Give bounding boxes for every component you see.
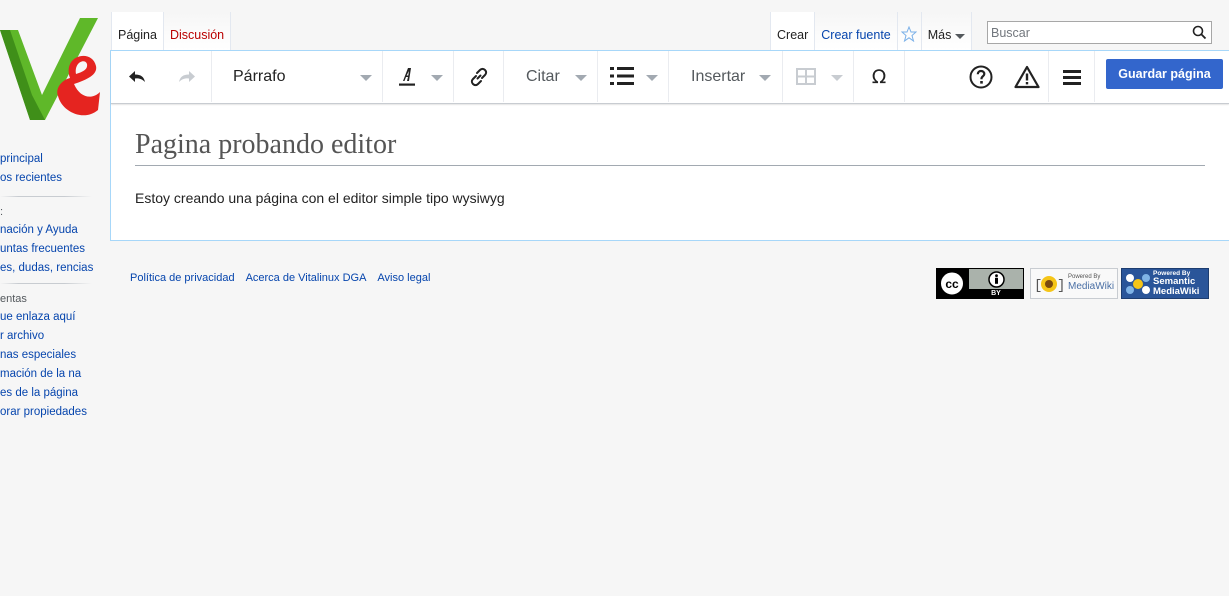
search-input[interactable] xyxy=(988,22,1181,43)
cc-by-badge[interactable]: cc BY xyxy=(936,268,1024,299)
list-icon xyxy=(610,67,634,85)
undo-icon xyxy=(129,70,145,82)
link-button[interactable] xyxy=(454,51,504,102)
table-icon xyxy=(796,68,816,85)
sidebar: principal os recientes : nación y Ayuda … xyxy=(0,150,100,422)
sidebar-item-recent-changes[interactable]: os recientes xyxy=(0,169,100,188)
powered-by-smw-badge[interactable]: Powered By Semantic MediaWiki xyxy=(1121,268,1209,299)
sidebar-item-help[interactable]: nación y Ayuda xyxy=(0,221,100,240)
help-button[interactable] xyxy=(956,51,1006,102)
namespace-tabs: Página Discusión xyxy=(111,12,232,50)
footer-links: Política de privacidad Acerca de Vitalin… xyxy=(130,272,430,284)
mediawiki-label: MediaWiki xyxy=(1068,281,1115,292)
sidebar-item-special-pages[interactable]: nas especiales xyxy=(0,346,100,365)
special-character-icon: Ω xyxy=(871,65,887,88)
svg-text:]: ] xyxy=(1057,278,1064,294)
insert-label: Insertar xyxy=(691,67,746,85)
editor-toolbar: Párrafo Citar Insertar Ω Guardar página xyxy=(111,51,1229,104)
chevron-down-icon xyxy=(360,75,372,81)
text-style-dropdown[interactable] xyxy=(383,51,454,102)
smw-mediawiki-label: MediaWiki xyxy=(1153,286,1200,297)
sidebar-item-issues[interactable]: es, dudas, rencias xyxy=(0,262,100,275)
list-dropdown[interactable] xyxy=(598,51,669,102)
notices-icon xyxy=(1014,65,1040,88)
link-icon xyxy=(470,67,487,86)
redo-icon xyxy=(179,70,195,82)
sidebar-separator xyxy=(0,283,92,284)
page-body-text[interactable]: Estoy creando una página con el editor s… xyxy=(135,190,505,206)
mediawiki-sunflower-icon: [ ] xyxy=(1034,276,1064,294)
chevron-down-icon xyxy=(431,75,443,81)
watch-star-icon[interactable] xyxy=(896,12,921,50)
smw-logo-icon xyxy=(1126,274,1150,294)
chevron-down-icon xyxy=(646,75,658,81)
chevron-down-icon xyxy=(955,34,966,39)
chevron-down-icon xyxy=(759,75,771,81)
sidebar-item-what-links-here[interactable]: ue enlaza aquí xyxy=(0,308,100,327)
tab-discussion[interactable]: Discusión xyxy=(162,12,232,50)
vitalinux-logo-icon xyxy=(0,18,100,120)
more-menu-label: Más xyxy=(927,28,952,42)
notices-button[interactable] xyxy=(1006,51,1049,102)
svg-text:[: [ xyxy=(1034,278,1042,294)
person-icon xyxy=(969,269,1023,289)
tab-create[interactable]: Crear xyxy=(770,12,815,50)
view-tabs: Crear Crear fuente Más xyxy=(770,12,973,50)
cite-label: Citar xyxy=(526,67,560,85)
redo-button[interactable] xyxy=(163,51,212,102)
sidebar-item-browse-properties[interactable]: orar propiedades xyxy=(0,403,100,422)
content-area: Párrafo Citar Insertar Ω Guardar página … xyxy=(110,50,1229,241)
site-logo[interactable] xyxy=(0,0,110,125)
more-menu[interactable]: Más xyxy=(920,12,973,50)
sidebar-item-main-page[interactable]: principal xyxy=(0,150,100,169)
cc-by-label: BY xyxy=(969,289,1023,298)
footer-about-link[interactable]: Acerca de Vitalinux DGA xyxy=(246,272,367,284)
insert-dropdown[interactable]: Insertar xyxy=(669,51,783,102)
tab-page[interactable]: Página xyxy=(111,12,163,50)
powered-by-mediawiki-badge[interactable]: [ ] Powered By MediaWiki xyxy=(1030,268,1118,299)
text-style-icon xyxy=(399,68,415,86)
help-icon xyxy=(969,65,993,88)
tab-create-source[interactable]: Crear fuente xyxy=(814,12,897,50)
page-options-icon xyxy=(1062,69,1081,85)
sidebar-item-upload-file[interactable]: r archivo xyxy=(0,327,100,346)
powered-by-label: Powered By xyxy=(1068,274,1101,280)
table-dropdown[interactable] xyxy=(783,51,854,102)
undo-button[interactable] xyxy=(111,51,163,102)
sidebar-item-page-details[interactable]: es de la página xyxy=(0,384,100,403)
footer-privacy-link[interactable]: Política de privacidad xyxy=(130,272,235,284)
page-title[interactable]: Pagina probando editor xyxy=(135,127,1205,166)
sidebar-heading-tools: entas xyxy=(0,293,27,305)
chevron-down-icon xyxy=(831,75,843,81)
save-page-button[interactable]: Guardar página xyxy=(1106,59,1223,89)
sidebar-item-page-info[interactable]: mación de la na xyxy=(0,368,100,381)
cite-dropdown[interactable]: Citar xyxy=(504,51,598,102)
paragraph-format-label: Párrafo xyxy=(233,67,286,85)
page-options-button[interactable] xyxy=(1049,51,1095,102)
sidebar-separator xyxy=(0,196,92,197)
sidebar-item-faq[interactable]: untas frecuentes xyxy=(0,240,100,259)
sidebar-heading-help: : xyxy=(0,206,4,218)
paragraph-format-dropdown[interactable]: Párrafo xyxy=(212,51,383,102)
special-character-button[interactable]: Ω xyxy=(854,51,905,102)
footer-disclaimer-link[interactable]: Aviso legal xyxy=(377,272,430,284)
search-icon[interactable] xyxy=(1192,25,1207,45)
search-box xyxy=(987,21,1212,44)
svg-text:cc: cc xyxy=(945,277,959,291)
chevron-down-icon xyxy=(575,75,587,81)
cc-logo-icon: cc xyxy=(937,269,969,298)
